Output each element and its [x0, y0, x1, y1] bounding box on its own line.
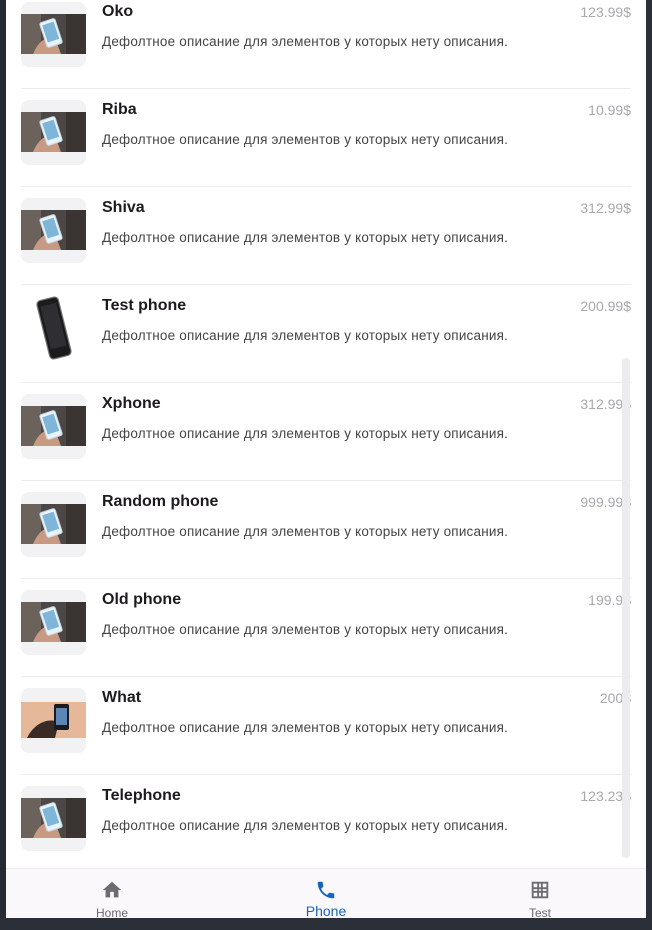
background-taskbar — [0, 918, 652, 930]
product-name: Oko — [102, 3, 134, 20]
nav-home[interactable]: Home — [52, 869, 172, 918]
product-list-item[interactable]: Riba 10.99$ Дефолтное описание для элеме… — [21, 89, 631, 187]
bottom-navigation: Home Phone Test — [6, 868, 646, 918]
nav-test-label: Test — [528, 906, 551, 918]
product-name: Test phone — [102, 297, 187, 314]
app-window: Oko 123.99$ Дефолтное описание для элеме… — [6, 0, 646, 918]
nav-home-label: Home — [95, 906, 128, 918]
product-price: 123.99$ — [580, 4, 631, 20]
product-name: Riba — [102, 101, 137, 118]
product-image — [21, 394, 86, 459]
scrollbar[interactable] — [622, 358, 630, 858]
product-image — [21, 2, 86, 67]
product-price: 10.99$ — [588, 102, 631, 118]
product-description: Дефолтное описание для элементов у котор… — [102, 720, 509, 735]
product-list-item[interactable]: Xphone 312.99$ Дефолтное описание для эл… — [21, 383, 631, 481]
product-description: Дефолтное описание для элементов у котор… — [102, 34, 509, 49]
product-name: Telephone — [102, 787, 181, 804]
product-list[interactable]: Oko 123.99$ Дефолтное описание для элеме… — [6, 0, 646, 868]
nav-phone-label: Phone — [305, 903, 347, 918]
product-description: Дефолтное описание для элементов у котор… — [102, 328, 509, 343]
product-description: Дефолтное описание для элементов у котор… — [102, 524, 509, 539]
nav-test[interactable]: Test — [480, 869, 600, 918]
product-image — [21, 296, 86, 361]
product-description: Дефолтное описание для элементов у котор… — [102, 230, 509, 245]
product-description: Дефолтное описание для элементов у котор… — [102, 818, 509, 833]
product-description: Дефолтное описание для элементов у котор… — [102, 132, 509, 147]
phone-icon — [317, 881, 335, 899]
product-image — [21, 492, 86, 557]
product-image — [21, 688, 86, 753]
product-image — [21, 100, 86, 165]
product-price: 312.99$ — [580, 200, 631, 216]
product-description: Дефолтное описание для элементов у котор… — [102, 426, 509, 441]
home-icon — [102, 881, 122, 898]
product-list-item[interactable]: Random phone 999.99$ Дефолтное описание … — [21, 481, 631, 579]
background-window-right — [646, 0, 652, 930]
product-image — [21, 590, 86, 655]
product-list-item[interactable]: Test phone 200.99$ Дефолтное описание дл… — [21, 285, 631, 383]
product-name: Old phone — [102, 591, 182, 608]
grid-icon — [531, 881, 549, 899]
product-price: 200.99$ — [580, 298, 631, 314]
product-image — [21, 198, 86, 263]
product-list-item[interactable]: Shiva 312.99$ Дефолтное описание для эле… — [21, 187, 631, 285]
nav-phone[interactable]: Phone — [266, 869, 386, 918]
product-list-item[interactable]: Old phone 199.9$ Дефолтное описание для … — [21, 579, 631, 677]
product-list-item[interactable]: Telephone 123.23$ Дефолтное описание для… — [21, 775, 631, 868]
product-list-item[interactable]: Oko 123.99$ Дефолтное описание для элеме… — [21, 0, 631, 89]
product-image — [21, 786, 86, 851]
product-description: Дефолтное описание для элементов у котор… — [102, 622, 509, 637]
product-name: What — [102, 689, 142, 706]
product-list-item[interactable]: What 200$ Дефолтное описание для элемент… — [21, 677, 631, 775]
product-name: Random phone — [102, 493, 219, 510]
product-name: Shiva — [102, 199, 145, 216]
product-name: Xphone — [102, 395, 161, 412]
